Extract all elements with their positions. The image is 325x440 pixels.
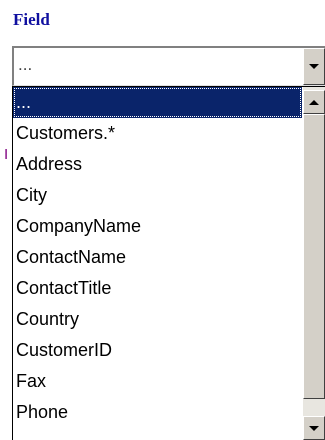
scroll-up-button[interactable]	[303, 90, 325, 114]
chevron-down-icon	[309, 64, 319, 69]
option-5[interactable]: ContactName	[13, 242, 302, 273]
option-6[interactable]: ContactTitle	[13, 273, 302, 304]
option-10[interactable]: Phone	[13, 397, 302, 428]
combobox-dropdown-button[interactable]	[303, 48, 325, 85]
option-3[interactable]: City	[13, 180, 302, 211]
field-dropdown-list[interactable]: ... Customers.* Address City CompanyName…	[12, 86, 325, 440]
scroll-down-button[interactable]	[303, 416, 325, 440]
field-combobox[interactable]: ...	[12, 46, 325, 86]
combobox-value: ...	[18, 55, 33, 74]
option-1[interactable]: Customers.*	[13, 118, 302, 149]
obscured-label: I	[4, 147, 9, 163]
dropdown-options: ... Customers.* Address City CompanyName…	[13, 87, 302, 428]
scroll-thumb[interactable]	[303, 114, 325, 399]
option-7[interactable]: Country	[13, 304, 302, 335]
option-0[interactable]: ...	[13, 87, 302, 118]
option-2[interactable]: Address	[13, 149, 302, 180]
field-label: Field	[13, 10, 50, 29]
arrow-down-icon	[309, 425, 319, 431]
page: Field ... I ... Customers.* Address City…	[0, 0, 325, 440]
option-8[interactable]: CustomerID	[13, 335, 302, 366]
option-4[interactable]: CompanyName	[13, 211, 302, 242]
vertical-scrollbar[interactable]	[303, 87, 325, 440]
option-9[interactable]: Fax	[13, 366, 302, 397]
arrow-up-icon	[309, 99, 319, 105]
